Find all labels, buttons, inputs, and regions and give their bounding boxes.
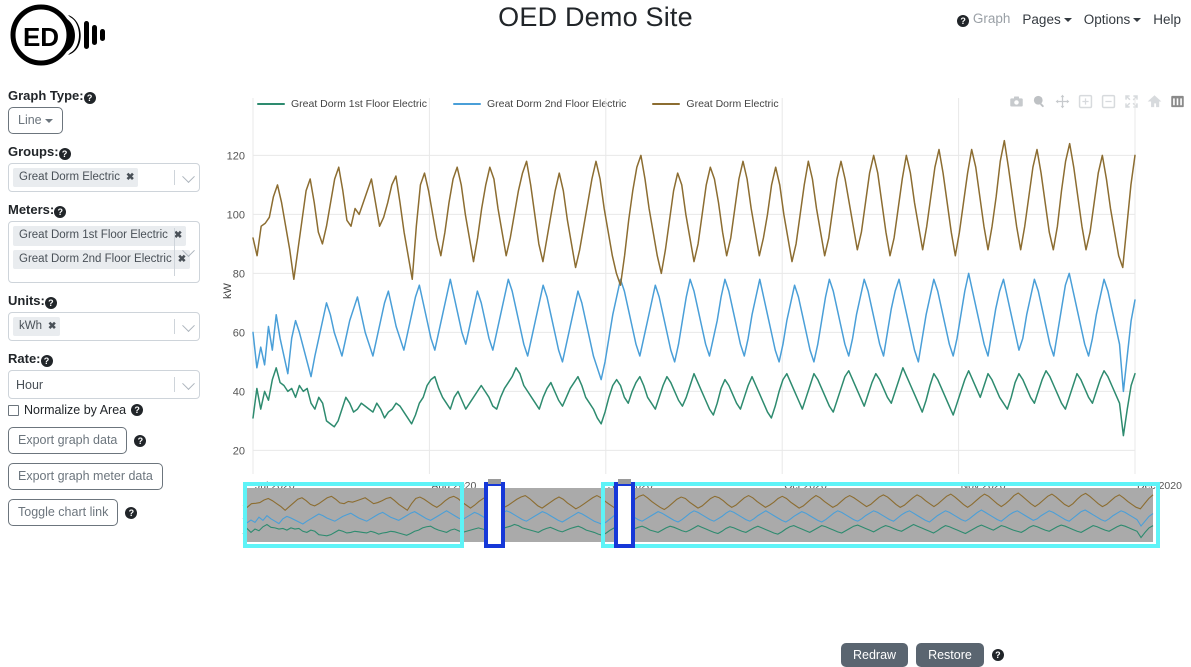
help-circle-icon[interactable]: ? bbox=[131, 404, 144, 416]
units-label: Units:? bbox=[8, 293, 200, 309]
normalize-by-area-checkbox[interactable] bbox=[8, 404, 19, 416]
divider bbox=[174, 170, 175, 185]
chevron-down-icon bbox=[1063, 17, 1072, 22]
svg-text:80: 80 bbox=[233, 268, 245, 280]
units-chips: kWh ✖ bbox=[13, 316, 197, 337]
units-select[interactable]: kWh ✖ bbox=[8, 312, 200, 341]
graph-type-value: Line bbox=[18, 113, 42, 127]
help-circle-icon[interactable]: ? bbox=[134, 434, 147, 447]
groups-chip[interactable]: Great Dorm Electric ✖ bbox=[13, 167, 139, 188]
svg-text:20: 20 bbox=[233, 445, 245, 457]
units-field: Units:? kWh ✖ bbox=[8, 293, 200, 341]
groups-field: Groups:? Great Dorm Electric ✖ bbox=[8, 144, 200, 192]
export-graph-data-row: Export graph data ? bbox=[8, 427, 200, 454]
nav-item-help[interactable]: Help bbox=[1153, 12, 1181, 27]
meters-chip[interactable]: Great Dorm 1st Floor Electric ✖ bbox=[13, 226, 187, 246]
groups-chips: Great Dorm Electric ✖ bbox=[13, 167, 197, 188]
help-circle-icon[interactable]: ? bbox=[125, 506, 138, 519]
nav-item-pages[interactable]: Pages bbox=[1022, 11, 1072, 27]
nav-item-pages-label: Pages bbox=[1022, 11, 1061, 27]
controls-sidebar: Graph Type:? Line Groups:? Great Dorm El… bbox=[8, 88, 200, 535]
remove-chip-icon[interactable]: ✖ bbox=[174, 229, 182, 243]
toggle-chart-link-button[interactable]: Toggle chart link bbox=[8, 499, 119, 526]
rate-select[interactable]: Hour bbox=[8, 370, 200, 399]
meters-chip-label: Great Dorm 1st Floor Electric bbox=[19, 229, 168, 241]
nav-item-graph[interactable]: ? Graph bbox=[957, 11, 1010, 27]
remove-chip-icon[interactable]: ✖ bbox=[126, 171, 134, 185]
nav-item-options-label: Options bbox=[1083, 11, 1131, 27]
units-chip[interactable]: kWh ✖ bbox=[13, 316, 61, 337]
chevron-down-icon bbox=[44, 118, 53, 123]
line-chart-plot[interactable]: 20406080100120Jul 2020Aug 2020Sep 2020Oc… bbox=[205, 84, 1191, 584]
meters-label: Meters:? bbox=[8, 202, 200, 218]
chart-panel: Great Dorm 1st Floor Electric Great Dorm… bbox=[205, 84, 1191, 667]
help-circle-icon: ? bbox=[957, 15, 970, 27]
meters-chip-label: Great Dorm 2nd Floor Electric bbox=[19, 252, 172, 265]
chart-action-buttons: Redraw Restore ? bbox=[841, 643, 1004, 667]
help-circle-icon[interactable]: ? bbox=[44, 297, 57, 309]
chevron-down-icon[interactable] bbox=[182, 376, 195, 390]
divider bbox=[174, 377, 175, 392]
help-circle-icon[interactable]: ? bbox=[58, 148, 71, 160]
page-header: ED OED Demo Site ? Graph Pages Options H… bbox=[0, 0, 1191, 78]
meters-select[interactable]: Great Dorm 1st Floor Electric ✖ Great Do… bbox=[8, 221, 200, 283]
svg-text:40: 40 bbox=[233, 386, 245, 398]
nav-item-options[interactable]: Options bbox=[1084, 12, 1142, 27]
help-circle-icon[interactable]: ? bbox=[991, 649, 1004, 661]
nav-item-graph-label: Graph bbox=[972, 11, 1011, 26]
graph-type-field: Graph Type:? Line bbox=[8, 88, 200, 134]
meters-chip[interactable]: Great Dorm 2nd Floor Electric ✖ bbox=[13, 249, 191, 270]
rate-field: Rate:? Hour bbox=[8, 351, 200, 399]
groups-label: Groups:? bbox=[8, 144, 200, 160]
meters-field: Meters:? Great Dorm 1st Floor Electric ✖… bbox=[8, 202, 200, 283]
meters-chips: Great Dorm 1st Floor Electric ✖ Great Do… bbox=[13, 226, 191, 278]
chevron-down-icon bbox=[1133, 17, 1142, 22]
graph-type-label: Graph Type:? bbox=[8, 88, 200, 104]
restore-button[interactable]: Restore bbox=[916, 643, 984, 667]
help-circle-icon[interactable]: ? bbox=[83, 92, 96, 104]
units-chip-label: kWh bbox=[19, 319, 42, 332]
groups-select[interactable]: Great Dorm Electric ✖ bbox=[8, 163, 200, 192]
export-graph-data-button[interactable]: Export graph data bbox=[8, 427, 128, 454]
normalize-by-area-label: Normalize by Area bbox=[24, 403, 127, 417]
svg-text:120: 120 bbox=[227, 150, 245, 162]
remove-chip-icon[interactable]: ✖ bbox=[178, 253, 186, 267]
graph-type-dropdown[interactable]: Line bbox=[8, 107, 63, 134]
divider bbox=[174, 228, 175, 276]
help-circle-icon[interactable]: ? bbox=[54, 206, 67, 218]
remove-chip-icon[interactable]: ✖ bbox=[48, 320, 56, 334]
groups-chip-label: Great Dorm Electric bbox=[19, 170, 120, 183]
export-graph-meter-data-button[interactable]: Export graph meter data bbox=[8, 463, 163, 490]
svg-text:60: 60 bbox=[233, 327, 245, 339]
rate-value: Hour bbox=[16, 377, 44, 392]
normalize-by-area-row[interactable]: Normalize by Area? bbox=[8, 403, 200, 417]
divider bbox=[174, 319, 175, 334]
export-graph-meter-data-row: Export graph meter data bbox=[8, 463, 200, 490]
svg-text:100: 100 bbox=[227, 209, 245, 221]
help-circle-icon[interactable]: ? bbox=[40, 355, 53, 367]
top-navigation: ? Graph Pages Options Help bbox=[957, 11, 1181, 27]
plot-svg: 20406080100120Jul 2020Aug 2020Sep 2020Oc… bbox=[227, 98, 1182, 548]
redraw-button[interactable]: Redraw bbox=[841, 643, 909, 667]
rate-label: Rate:? bbox=[8, 351, 200, 367]
toggle-chart-link-row: Toggle chart link ? bbox=[8, 499, 200, 526]
